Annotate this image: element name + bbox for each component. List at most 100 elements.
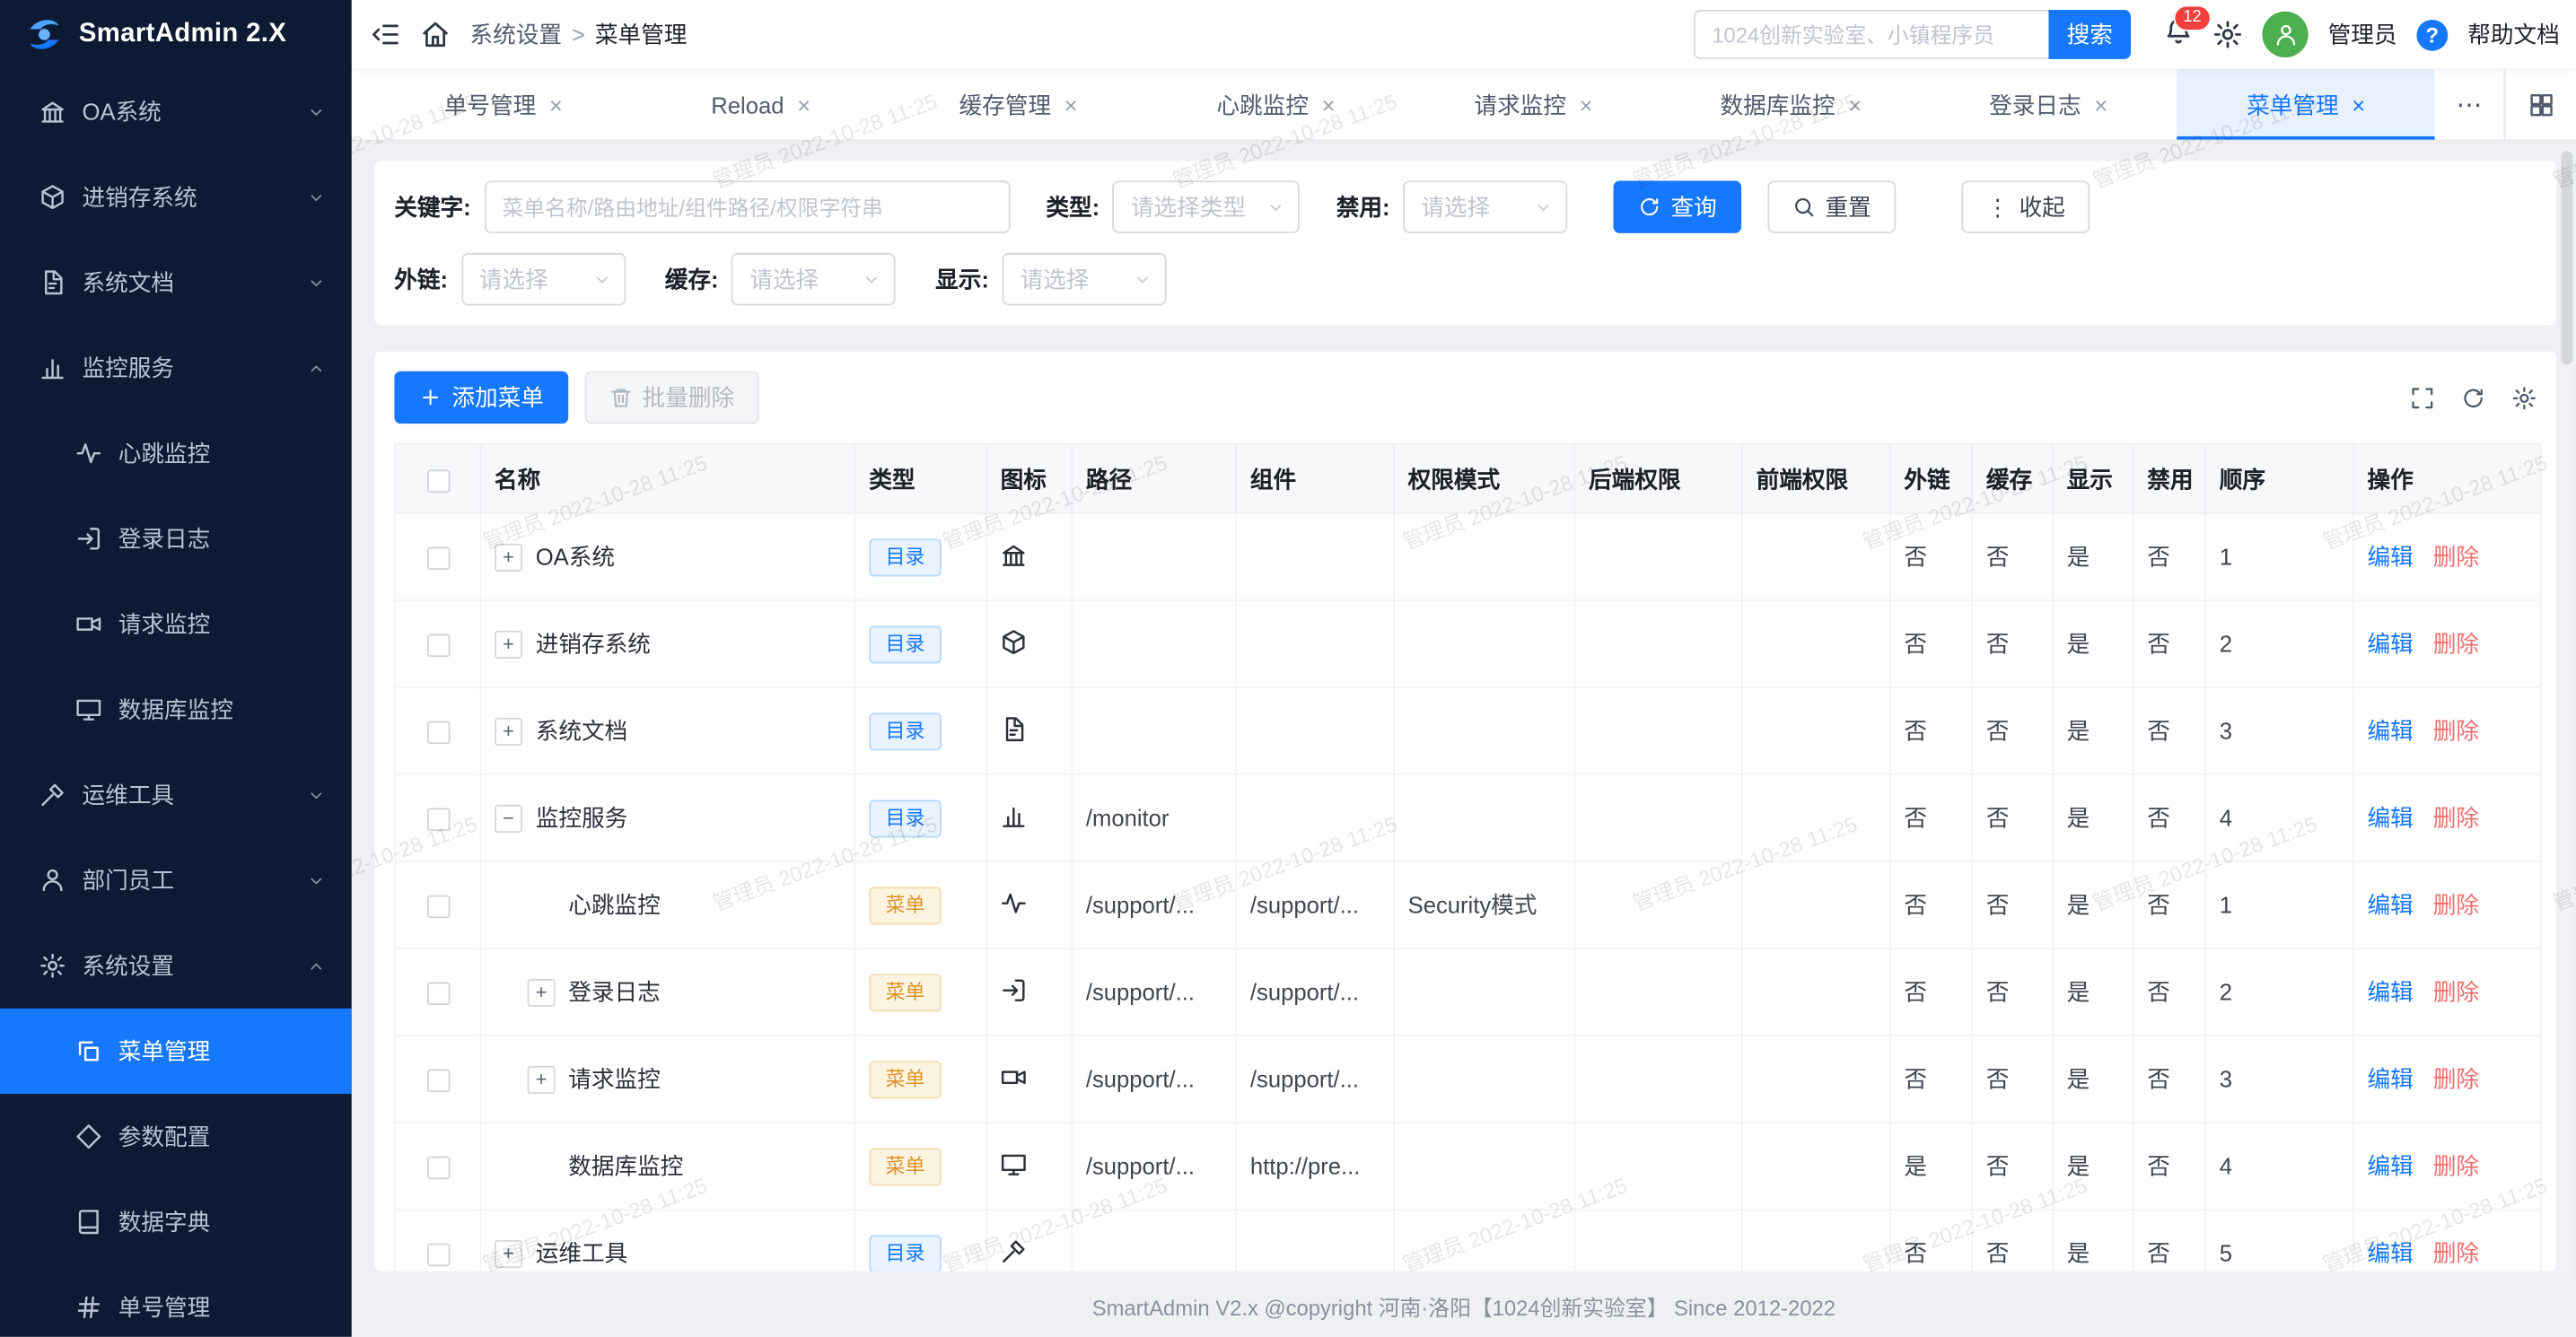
sidebar-item-param-config[interactable]: 参数配置 xyxy=(0,1094,352,1179)
row-checkbox[interactable] xyxy=(426,1070,450,1093)
reset-button[interactable]: 重置 xyxy=(1767,180,1896,233)
tab-heartbeat-monitor[interactable]: 心跳监控 × xyxy=(1147,69,1405,140)
sidebar-item-oa-system[interactable]: OA系统 xyxy=(0,69,352,154)
tab-login-log[interactable]: 登录日志 × xyxy=(1920,69,2177,140)
close-icon[interactable]: × xyxy=(549,92,563,118)
expand-button[interactable]: + xyxy=(528,978,556,1006)
close-icon[interactable]: × xyxy=(1322,92,1336,118)
settings-gear-icon[interactable] xyxy=(2212,20,2242,49)
row-checkbox[interactable] xyxy=(426,721,450,745)
edit-link[interactable]: 编辑 xyxy=(2368,1240,2414,1266)
user-avatar[interactable] xyxy=(2262,12,2308,57)
delete-link[interactable]: 删除 xyxy=(2433,979,2479,1005)
edit-link[interactable]: 编辑 xyxy=(2368,718,2414,744)
delete-link[interactable]: 删除 xyxy=(2433,544,2479,570)
row-checkbox[interactable] xyxy=(426,1157,450,1180)
notification-bell[interactable]: 12 xyxy=(2164,15,2194,53)
close-icon[interactable]: × xyxy=(1065,92,1078,118)
close-icon[interactable]: × xyxy=(797,92,810,118)
refresh-icon[interactable] xyxy=(2461,385,2485,409)
delete-link[interactable]: 删除 xyxy=(2433,1066,2479,1092)
home-icon[interactable] xyxy=(421,20,451,49)
delete-link[interactable]: 删除 xyxy=(2433,631,2479,657)
scrollbar-thumb[interactable] xyxy=(2562,151,2573,364)
row-checkbox[interactable] xyxy=(426,1244,450,1267)
cell-cache: 否 xyxy=(1972,774,2053,861)
edit-link[interactable]: 编辑 xyxy=(2368,805,2414,831)
edit-link[interactable]: 编辑 xyxy=(2368,1066,2414,1092)
query-button[interactable]: 查询 xyxy=(1613,180,1741,233)
keyword-input[interactable] xyxy=(484,180,1010,233)
tab-reload[interactable]: Reload × xyxy=(632,69,889,140)
tab-request-monitor[interactable]: 请求监控 × xyxy=(1405,69,1662,140)
collapse-sidebar-icon[interactable] xyxy=(372,20,401,49)
show-select[interactable]: 请选择 xyxy=(1003,253,1167,306)
fullscreen-icon[interactable] xyxy=(2410,385,2434,409)
tab-order-manage[interactable]: 单号管理 × xyxy=(374,69,632,140)
screen-icon xyxy=(1001,1150,1027,1176)
expand-button[interactable]: + xyxy=(495,1239,522,1267)
row-checkbox[interactable] xyxy=(426,547,450,571)
expand-button[interactable]: + xyxy=(495,630,522,658)
close-icon[interactable]: × xyxy=(1579,92,1592,118)
sidebar-item-heartbeat-monitor[interactable]: 心跳监控 xyxy=(0,411,352,496)
delete-link[interactable]: 删除 xyxy=(2433,805,2479,831)
delete-link[interactable]: 删除 xyxy=(2433,892,2479,918)
row-checkbox[interactable] xyxy=(426,896,450,919)
disabled-select[interactable]: 请选择 xyxy=(1403,180,1567,233)
sidebar-item-monitor-service[interactable]: 监控服务 xyxy=(0,325,352,410)
close-icon[interactable]: × xyxy=(2352,92,2365,118)
sidebar-item-ops-tools[interactable]: 运维工具 xyxy=(0,752,352,837)
row-checkbox[interactable] xyxy=(426,808,450,832)
expand-button[interactable]: + xyxy=(528,1065,556,1093)
sidebar-item-data-dict[interactable]: 数据字典 xyxy=(0,1179,352,1264)
tab-database-monitor[interactable]: 数据库监控 × xyxy=(1662,69,1920,140)
edit-link[interactable]: 编辑 xyxy=(2368,979,2414,1005)
search-input[interactable] xyxy=(1694,10,2048,59)
tab-menu-manage[interactable]: 菜单管理 × xyxy=(2177,69,2435,140)
sidebar-item-inventory-system[interactable]: 进销存系统 xyxy=(0,154,352,240)
column-settings-icon[interactable] xyxy=(2512,385,2537,409)
scrollbar-track[interactable] xyxy=(2562,148,2573,1281)
external-select[interactable]: 请选择 xyxy=(461,253,626,306)
type-select[interactable]: 请选择类型 xyxy=(1113,180,1301,233)
expand-button[interactable]: + xyxy=(495,717,522,745)
tabs-grid-button[interactable] xyxy=(2503,69,2576,140)
sidebar-item-database-monitor[interactable]: 数据库监控 xyxy=(0,667,352,752)
edit-link[interactable]: 编辑 xyxy=(2368,544,2414,570)
row-checkbox[interactable] xyxy=(426,634,450,658)
delete-link[interactable]: 删除 xyxy=(2433,718,2479,744)
tabs-more-button[interactable]: ⋯ xyxy=(2435,69,2504,140)
tab-cache-manage[interactable]: 缓存管理 × xyxy=(889,69,1147,140)
edit-link[interactable]: 编辑 xyxy=(2368,1153,2414,1179)
sidebar-item-label: 登录日志 xyxy=(118,522,326,555)
row-checkbox[interactable] xyxy=(426,983,450,1006)
batch-delete-button[interactable]: 批量删除 xyxy=(585,371,759,424)
sidebar-item-request-monitor[interactable]: 请求监控 xyxy=(0,581,352,667)
sidebar-item-department-staff[interactable]: 部门员工 xyxy=(0,837,352,922)
edit-link[interactable]: 编辑 xyxy=(2368,892,2414,918)
edit-link[interactable]: 编辑 xyxy=(2368,631,2414,657)
select-all-checkbox[interactable] xyxy=(426,469,450,493)
sidebar-item-menu-manage[interactable]: 菜单管理 xyxy=(0,1009,352,1094)
sidebar-item-system-docs[interactable]: 系统文档 xyxy=(0,240,352,325)
delete-link[interactable]: 删除 xyxy=(2433,1153,2479,1179)
sidebar-item-order-manage[interactable]: 单号管理 xyxy=(0,1264,352,1337)
sidebar-item-login-log[interactable]: 登录日志 xyxy=(0,496,352,581)
expand-button[interactable]: + xyxy=(495,543,522,571)
delete-link[interactable]: 删除 xyxy=(2433,1240,2479,1266)
cache-select[interactable]: 请选择 xyxy=(732,253,896,306)
collapse-button[interactable]: − xyxy=(495,804,522,832)
select-placeholder: 请选择 xyxy=(479,263,548,296)
add-menu-button[interactable]: 添加菜单 xyxy=(394,371,568,424)
close-icon[interactable]: × xyxy=(1848,92,1862,118)
help-icon[interactable]: ? xyxy=(2416,19,2448,50)
breadcrumb-root[interactable]: 系统设置 xyxy=(469,18,561,51)
sidebar-item-system-settings[interactable]: 系统设置 xyxy=(0,923,352,1009)
user-name[interactable]: 管理员 xyxy=(2328,18,2397,51)
search-button[interactable]: 搜索 xyxy=(2048,10,2131,59)
close-icon[interactable]: × xyxy=(2094,92,2107,118)
help-label[interactable]: 帮助文档 xyxy=(2467,18,2560,51)
col-actions: 操作 xyxy=(2353,444,2541,513)
collapse-filters-button[interactable]: ⋮ 收起 xyxy=(1961,180,2090,233)
